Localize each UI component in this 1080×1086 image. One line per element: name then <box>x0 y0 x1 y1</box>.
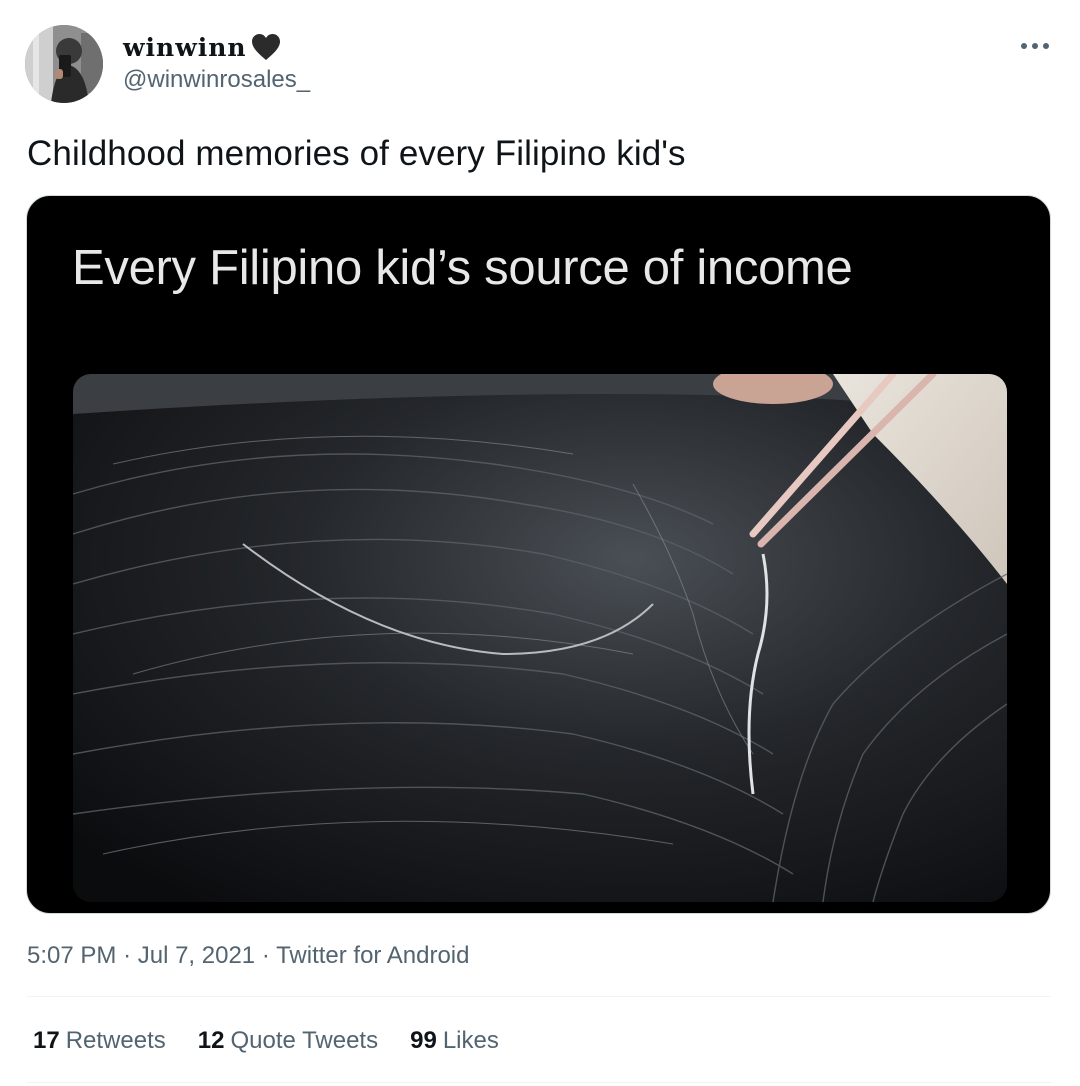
divider <box>27 1082 1051 1083</box>
media-photo-hair <box>73 374 1007 902</box>
quote-tweets-count: 12 <box>197 1027 225 1054</box>
more-dots-icon <box>1021 43 1049 49</box>
meta-separator: · <box>261 942 277 969</box>
avatar-photo <box>25 25 103 103</box>
avatar[interactable] <box>25 25 103 103</box>
hair-photo <box>73 374 1007 902</box>
tweet-date[interactable]: Jul 7, 2021 <box>138 942 255 969</box>
user-handle[interactable]: @winwinrosales_ <box>123 66 310 94</box>
retweets-stat[interactable]: 17 Retweets <box>33 1027 166 1055</box>
divider <box>27 996 1051 997</box>
quote-tweets-label: Quote Tweets <box>230 1027 379 1054</box>
tweet: winwinn @winwinrosales_ Childhood memori… <box>0 0 1080 1086</box>
tweet-media[interactable]: Every Filipino kid’s source of income <box>26 195 1051 914</box>
display-name-text[interactable]: winwinn <box>123 33 247 62</box>
likes-label: Likes <box>442 1027 499 1054</box>
likes-stat[interactable]: 99 Likes <box>410 1027 499 1055</box>
tweet-stats: 17 Retweets 12 Quote Tweets 99 Likes <box>33 1027 499 1055</box>
black-heart-icon <box>251 34 280 60</box>
tweet-time[interactable]: 5:07 PM <box>27 942 116 969</box>
tweet-source[interactable]: Twitter for Android <box>276 942 469 969</box>
retweets-count: 17 <box>33 1027 60 1054</box>
media-caption: Every Filipino kid’s source of income <box>72 241 853 295</box>
display-name[interactable]: winwinn <box>123 30 281 64</box>
retweets-label: Retweets <box>65 1027 166 1054</box>
meta-separator: · <box>123 942 138 969</box>
tweet-text: Childhood memories of every Filipino kid… <box>27 134 686 173</box>
more-button[interactable] <box>1018 34 1052 58</box>
tweet-meta: 5:07 PM · Jul 7, 2021 · Twitter for Andr… <box>27 942 469 970</box>
quote-tweets-stat[interactable]: 12 Quote Tweets <box>198 1027 378 1055</box>
likes-count: 99 <box>410 1027 437 1054</box>
